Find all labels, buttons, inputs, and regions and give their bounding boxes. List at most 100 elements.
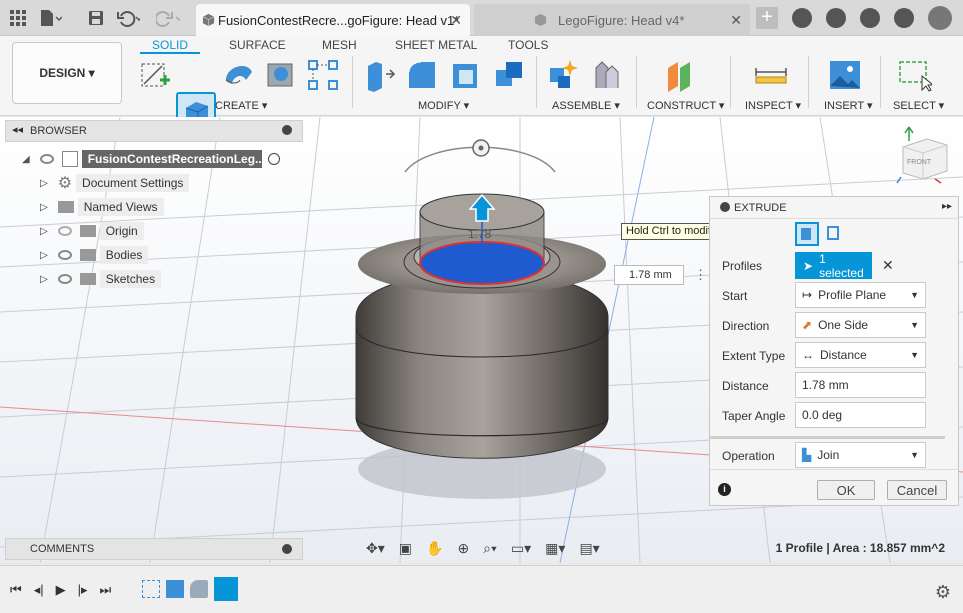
step-back-icon[interactable]: ◂|: [34, 582, 44, 598]
create-menu[interactable]: CREATE ▾: [215, 99, 267, 112]
new-component-icon[interactable]: [546, 58, 580, 92]
profiles-selection-button[interactable]: ➤ 1 selected: [795, 252, 872, 280]
file-menu-icon[interactable]: [38, 6, 62, 30]
hole-icon[interactable]: [264, 58, 298, 92]
select-label: SELECT: [893, 100, 936, 112]
tree-item-origin[interactable]: ▷ Origin: [40, 221, 144, 241]
timeline-active-extrude-icon[interactable]: [214, 577, 238, 601]
visibility-eye-icon[interactable]: [57, 250, 72, 260]
add-comment-icon[interactable]: [282, 544, 292, 554]
orbit-icon[interactable]: ✥▾: [366, 540, 385, 557]
hidden-eye-icon[interactable]: [57, 226, 72, 236]
activate-component-radio[interactable]: [267, 153, 280, 165]
fillet-icon[interactable]: [405, 58, 439, 92]
undo-icon[interactable]: [116, 6, 140, 30]
timeline-fillet-icon[interactable]: [190, 580, 208, 598]
pattern-icon[interactable]: [306, 58, 340, 92]
tree-item-sketches[interactable]: ▷ Sketches: [40, 269, 162, 289]
extension-icon[interactable]: [792, 8, 812, 28]
clear-selection-icon[interactable]: ✕: [882, 257, 894, 274]
notification-bell-icon[interactable]: [860, 8, 880, 28]
collapse-triangle-icon[interactable]: ◢: [22, 154, 30, 165]
expand-triangle-icon[interactable]: ▷: [40, 250, 48, 261]
extent-select[interactable]: ↔ Distance ▼: [795, 342, 926, 368]
zoom-icon[interactable]: ⊕: [457, 540, 469, 557]
step-forward-icon[interactable]: |▸: [78, 582, 88, 598]
timeline-extrude-icon[interactable]: [166, 580, 184, 598]
viewcube[interactable]: [895, 121, 955, 187]
expand-triangle-icon[interactable]: ▷: [40, 178, 48, 189]
look-at-icon[interactable]: ▣: [399, 540, 412, 557]
workspace-switcher-button[interactable]: DESIGN ▾: [12, 42, 122, 104]
insert-menu[interactable]: INSERT ▾: [824, 99, 873, 112]
close-tab-icon[interactable]: ✕: [450, 12, 462, 29]
create-sketch-icon[interactable]: [138, 58, 172, 92]
tab-tools[interactable]: TOOLS: [508, 38, 548, 52]
modify-menu[interactable]: MODIFY ▾: [418, 99, 469, 112]
joint-icon[interactable]: [590, 58, 624, 92]
inspect-menu[interactable]: INSPECT ▾: [745, 99, 801, 112]
go-to-end-icon[interactable]: ⏭: [100, 582, 112, 598]
tab-solid[interactable]: SOLID: [152, 38, 188, 52]
tree-item-document-settings[interactable]: ▷ ⚙ Document Settings: [40, 173, 190, 193]
expand-dialog-icon[interactable]: ▸▸: [942, 201, 952, 212]
tab-active-document[interactable]: FusionContestRecre...goFigure: Head v1* …: [196, 4, 470, 36]
job-status-clock-icon[interactable]: [826, 8, 846, 28]
collapse-dialog-icon[interactable]: [720, 202, 730, 212]
visibility-eye-icon[interactable]: [39, 154, 54, 164]
app-grid-icon[interactable]: [6, 6, 30, 30]
operation-select[interactable]: ▙ Join ▼: [795, 442, 926, 468]
shell-icon[interactable]: [449, 58, 483, 92]
measure-icon[interactable]: [754, 58, 788, 92]
revolve-icon[interactable]: [222, 58, 256, 92]
expand-triangle-icon[interactable]: ▷: [40, 274, 48, 285]
taper-field[interactable]: 0.0 deg: [795, 402, 926, 428]
type-thin-button[interactable]: [824, 223, 848, 247]
tab-inactive-document[interactable]: LegoFigure: Head v4* ✕: [474, 4, 750, 36]
direction-select[interactable]: ⬈ One Side ▼: [795, 312, 926, 338]
display-settings-icon[interactable]: ▭▾: [511, 540, 531, 557]
select-window-icon[interactable]: [898, 58, 932, 92]
fit-icon[interactable]: ⌕▾: [483, 540, 497, 557]
go-to-start-icon[interactable]: ⏮: [10, 582, 22, 598]
browser-minimize-icon[interactable]: [282, 125, 292, 135]
info-icon[interactable]: i: [718, 483, 731, 496]
tree-item-bodies[interactable]: ▷ Bodies: [40, 245, 149, 265]
expand-triangle-icon[interactable]: ▷: [40, 202, 48, 213]
timeline-settings-gear-icon[interactable]: ⚙: [935, 582, 951, 603]
browser-root[interactable]: ◢ FusionContestRecreationLeg...: [22, 149, 280, 169]
pan-icon[interactable]: ✋: [426, 540, 443, 557]
distance-input-box[interactable]: 1.78 mm: [614, 265, 684, 285]
insert-image-icon[interactable]: [828, 58, 862, 92]
play-icon[interactable]: ▶: [56, 582, 66, 598]
redo-icon[interactable]: [156, 6, 180, 30]
tab-surface[interactable]: SURFACE: [229, 38, 286, 52]
close-tab-icon[interactable]: ✕: [730, 12, 742, 29]
select-menu[interactable]: SELECT ▾: [893, 99, 944, 112]
ok-button[interactable]: OK: [817, 480, 875, 500]
construct-menu[interactable]: CONSTRUCT ▾: [647, 99, 724, 112]
more-options-icon[interactable]: ⋮: [694, 267, 707, 283]
start-select[interactable]: ↦ Profile Plane ▼: [795, 282, 926, 308]
visibility-eye-icon[interactable]: [57, 274, 72, 284]
save-icon[interactable]: [84, 6, 108, 30]
user-avatar[interactable]: [928, 6, 952, 30]
expand-triangle-icon[interactable]: ▷: [40, 226, 48, 237]
press-pull-icon[interactable]: [362, 58, 396, 92]
type-solid-button[interactable]: [795, 222, 819, 246]
collapse-browser-icon[interactable]: ◂◂: [12, 123, 23, 136]
cancel-button[interactable]: Cancel: [887, 480, 947, 500]
grid-settings-icon[interactable]: ▦▾: [545, 540, 565, 557]
new-tab-button[interactable]: +: [756, 7, 778, 29]
tree-item-named-views[interactable]: ▷ Named Views: [40, 197, 164, 217]
help-icon[interactable]: [894, 8, 914, 28]
offset-plane-icon[interactable]: [664, 58, 698, 92]
combine-icon[interactable]: [492, 58, 526, 92]
tab-mesh[interactable]: MESH: [322, 38, 357, 52]
tab-sheet-metal[interactable]: SHEET METAL: [395, 38, 477, 52]
assemble-menu[interactable]: ASSEMBLE ▾: [552, 99, 620, 112]
distance-field[interactable]: 1.78 mm: [795, 372, 926, 398]
timeline-features: [142, 577, 238, 601]
viewports-icon[interactable]: ▤▾: [579, 540, 599, 557]
timeline-sketch-icon[interactable]: [142, 580, 160, 598]
